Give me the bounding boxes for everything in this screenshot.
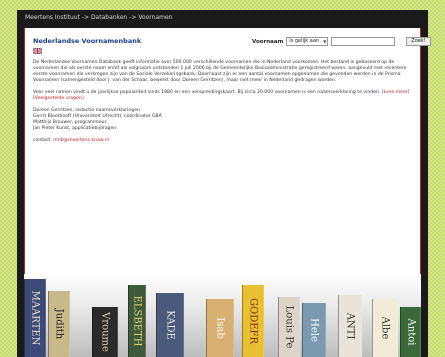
book-spine: Antoi — [400, 307, 421, 357]
book-spine: Vroume — [92, 307, 118, 357]
book-spine: Judith — [48, 291, 70, 357]
search-button[interactable]: Zoek! — [406, 37, 431, 46]
page-frame: Meertens Instituut -> Databanken -> Voor… — [17, 10, 431, 357]
book-title: MAARTEN — [29, 290, 41, 346]
book-spine: Isab — [206, 299, 234, 357]
book-spine: Louis Pe — [278, 297, 300, 357]
contact-line: contact: mnb@meertens.knaw.nl — [33, 138, 413, 144]
book-spine: Albe — [372, 299, 398, 357]
book-title: Vroume — [99, 312, 111, 352]
contact-label: contact: — [33, 138, 52, 143]
book-spine: ANTI — [338, 295, 362, 357]
breadcrumb[interactable]: Meertens Instituut -> Databanken -> Voor… — [25, 14, 172, 21]
book-title: ANTI — [344, 312, 356, 340]
lees-meer-link[interactable]: [Lees meer] — [382, 90, 410, 95]
book-title: ELSBETH — [131, 295, 143, 347]
book-spine: Hele — [302, 303, 326, 357]
faq-link[interactable]: [Veelgestelde vragen] — [33, 96, 84, 101]
book-title: GODEFR — [247, 298, 259, 344]
book-title: KADE — [164, 310, 176, 340]
search-mode-select[interactable]: is gelijk aan ▼ — [286, 37, 329, 46]
book-title: Antoi — [405, 318, 416, 346]
main-content: Nederlandse Voornamenbank Voornaam is ge… — [24, 28, 431, 274]
contact-email-link[interactable]: mnb@meertens.knaw.nl — [53, 138, 109, 143]
book-spine: GODEFR — [242, 285, 264, 357]
book-spine: KADE — [156, 293, 184, 357]
search-mode-value: is gelijk aan — [289, 38, 320, 44]
search-form: Voornaam is gelijk aan ▼ Zoek! — [252, 37, 431, 46]
intro-paragraph-1: De Nederlandse Voornamen Databank geeft … — [33, 60, 407, 83]
intro-text: De Nederlandse Voornamen Databank geeft … — [33, 60, 413, 144]
intro-paragraph-2-text: Voor veel namen vindt u de jaarlijkse po… — [33, 90, 381, 95]
book-title: Isab — [214, 317, 226, 339]
page-title: Nederlandse Voornamenbank — [33, 37, 142, 45]
credit-line: Jan Pieter Kunst, applicatiebijdragen — [33, 126, 117, 131]
uk-flag-icon[interactable] — [33, 48, 42, 54]
book-title: Hele — [308, 318, 320, 342]
book-title: Albe — [379, 316, 391, 340]
chevron-down-icon: ▼ — [323, 39, 327, 44]
search-label: Voornaam — [252, 38, 284, 45]
book-title: Louis Pe — [283, 305, 295, 349]
book-spine: MAARTEN — [24, 279, 46, 357]
bookshelf-banner: MAARTEN Judith Vroume ELSBETH KADE Isab … — [24, 274, 421, 357]
intro-paragraph-2: Voor veel namen vindt u de jaarlijkse po… — [33, 90, 413, 102]
book-title: Judith — [53, 308, 65, 340]
search-input[interactable] — [331, 37, 396, 46]
book-spine: ELSBETH — [128, 285, 146, 357]
credits-list: Doreen Gerritzen, redactie naamsverklari… — [33, 108, 413, 132]
